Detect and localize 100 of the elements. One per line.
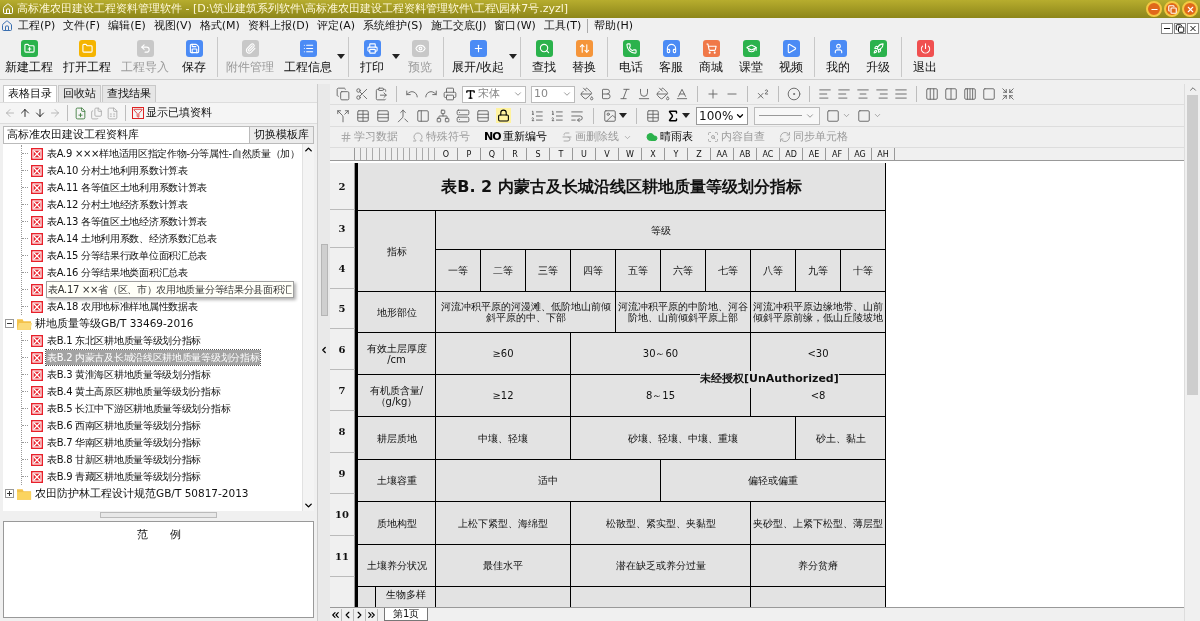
restore-icon[interactable] (1174, 23, 1186, 34)
font-color-icon[interactable] (675, 87, 689, 101)
lock-icon[interactable] (496, 108, 511, 123)
collapse-panel-icon[interactable] (319, 344, 329, 356)
toolbar-button[interactable]: 视频 (771, 40, 812, 73)
network-icon[interactable] (436, 108, 450, 123)
rows-icon[interactable] (376, 108, 390, 123)
column-header[interactable]: X (642, 148, 665, 160)
table-icon[interactable] (356, 108, 370, 123)
tree-item[interactable]: 表B.3 黄淮海区耕地质量等级划分指标 (46, 367, 212, 382)
vertical-scrollbar[interactable] (1184, 84, 1200, 621)
down-arrow-icon[interactable] (34, 107, 46, 119)
toolbar-button[interactable]: 展开/收起 (447, 40, 510, 73)
column-header[interactable]: AD (780, 148, 803, 160)
menu-item[interactable]: 评定(A) (312, 17, 360, 35)
tool-button[interactable]: NO 重新编号 (484, 128, 547, 146)
toolbar-button[interactable]: 打印 (352, 40, 392, 73)
panel-tab[interactable]: 表格目录 (3, 85, 57, 102)
column-header[interactable]: AF (826, 148, 849, 160)
tree-item[interactable]: 表A.11 各等值区土地利用系数计算表 (46, 180, 209, 195)
circle-icon[interactable] (787, 87, 801, 101)
column-header[interactable]: S (527, 148, 550, 160)
toolbar-button[interactable]: 工程信息 (279, 40, 337, 73)
tree-item[interactable]: 表B.4 黄土高原区耕地质量等级划分指标 (46, 384, 222, 399)
column-header[interactable]: V (596, 148, 619, 160)
first-page-icon[interactable] (330, 608, 342, 621)
panel-tab[interactable]: 查找结果 (102, 85, 156, 102)
menu-item[interactable]: 系统维护(S) (359, 17, 427, 35)
scroll-up-icon[interactable] (303, 144, 314, 155)
column-header[interactable]: T (550, 148, 573, 160)
menu-item[interactable]: 编辑(E) (104, 17, 150, 35)
tree-item[interactable]: 表B.1 东北区耕地质量等级划分指标 (46, 333, 203, 348)
house-icon[interactable] (1, 20, 13, 32)
tree-item[interactable]: 表A.10 分村土地利用系数计算表 (46, 163, 189, 178)
panel-icon[interactable] (416, 108, 430, 123)
column-header[interactable]: R (504, 148, 527, 160)
column-header[interactable]: Q (481, 148, 504, 160)
menu-item[interactable]: 窗口(W) (490, 17, 540, 35)
menu-item[interactable]: 格式(M) (195, 17, 244, 35)
columns-icon[interactable] (963, 87, 977, 101)
scroll-down-icon[interactable] (303, 500, 314, 511)
tree-item[interactable]: 表A.14 土地利用系数、经济系数汇总表 (46, 231, 218, 246)
add-sheet-icon[interactable] (74, 106, 87, 120)
split-icon[interactable] (336, 108, 350, 123)
column-header[interactable]: AG (849, 148, 872, 160)
panel-tab[interactable]: 回收站 (58, 85, 101, 102)
rows-icon[interactable] (476, 108, 490, 123)
close-icon[interactable] (1182, 1, 1198, 17)
stack-icon[interactable] (456, 108, 470, 123)
scissors-icon[interactable] (355, 87, 369, 101)
toolbar-button[interactable]: 查找 (524, 40, 565, 73)
column-header[interactable]: Y (665, 148, 688, 160)
tree-item[interactable]: 表A.16 分等结果地类面积汇总表 (46, 265, 189, 280)
tree-item[interactable]: 表B.6 西南区耕地质量等级划分指标 (46, 418, 203, 433)
square-icon[interactable] (982, 87, 996, 101)
scrollbar-thumb[interactable] (320, 244, 328, 316)
toolbar-button[interactable]: 课堂 (731, 40, 772, 73)
column-header[interactable]: Z (688, 148, 711, 160)
toolbar-button[interactable]: 新建工程 (0, 40, 58, 73)
toolbar-button[interactable]: 商城 (691, 40, 732, 73)
column-header[interactable]: W (619, 148, 642, 160)
underline-icon[interactable] (637, 87, 651, 101)
copy-icon[interactable] (336, 87, 350, 101)
menu-item[interactable]: 文件(F) (59, 17, 105, 35)
plus-icon[interactable] (706, 87, 720, 101)
toolbar-button[interactable]: 我的 (818, 40, 859, 73)
line-style-select[interactable] (754, 106, 820, 125)
tree-item[interactable]: 表B.7 华南区耕地质量等级划分指标 (46, 435, 203, 450)
tree-item[interactable]: 表A.18 农用地标准样地属性数据表 (46, 299, 199, 314)
columns-icon[interactable] (925, 87, 939, 101)
sigma-icon[interactable] (666, 108, 680, 123)
grid-icon[interactable] (646, 108, 660, 123)
column-header[interactable]: AC (757, 148, 780, 160)
item-tooltip[interactable]: 表A.17 ××省（区、市）农用地质量分等结果分县面积汇 (46, 281, 295, 298)
tree-folder[interactable]: 农田防护林工程设计规范GB/T 50817-2013 (35, 485, 249, 502)
wrap-icon[interactable] (570, 108, 584, 123)
last-page-icon[interactable] (366, 608, 378, 621)
border-icon[interactable] (826, 108, 840, 123)
tree-folder[interactable]: 耕地质量等级GB/T 33469-2016 (35, 315, 194, 332)
close-icon[interactable] (1187, 23, 1199, 34)
tree-item[interactable]: 表A.15 分等结果行政单位面积汇总表 (46, 248, 209, 263)
tree-item[interactable]: 表B.5 长江中下游区耕地质量等级划分指标 (46, 401, 232, 416)
menu-item[interactable]: 帮助(H) (590, 17, 638, 35)
column-header[interactable]: AB (734, 148, 757, 160)
format-icon[interactable] (580, 87, 594, 101)
fill-icon[interactable] (656, 87, 670, 101)
align-right-icon[interactable] (875, 87, 889, 101)
tree-item[interactable]: 表A.9 ×××样地适用区指定作物-分等属性-自然质量（加） (46, 146, 301, 161)
printer-icon[interactable] (443, 87, 457, 101)
menu-item[interactable]: 工程(P) (14, 17, 60, 35)
collapse-icon[interactable] (5, 319, 14, 328)
column-header[interactable]: P (458, 148, 481, 160)
align-justify-icon[interactable] (894, 87, 908, 101)
column-header[interactable]: AH (872, 148, 895, 160)
column-header[interactable]: U (573, 148, 596, 160)
toolbar-button[interactable]: 替换 (564, 40, 605, 73)
tree-item[interactable]: 表A.13 各等值区土地经济系数计算表 (46, 214, 209, 229)
minimize-icon[interactable] (1161, 23, 1173, 34)
square-icon[interactable] (857, 108, 871, 123)
splitter-handle[interactable] (100, 512, 217, 518)
